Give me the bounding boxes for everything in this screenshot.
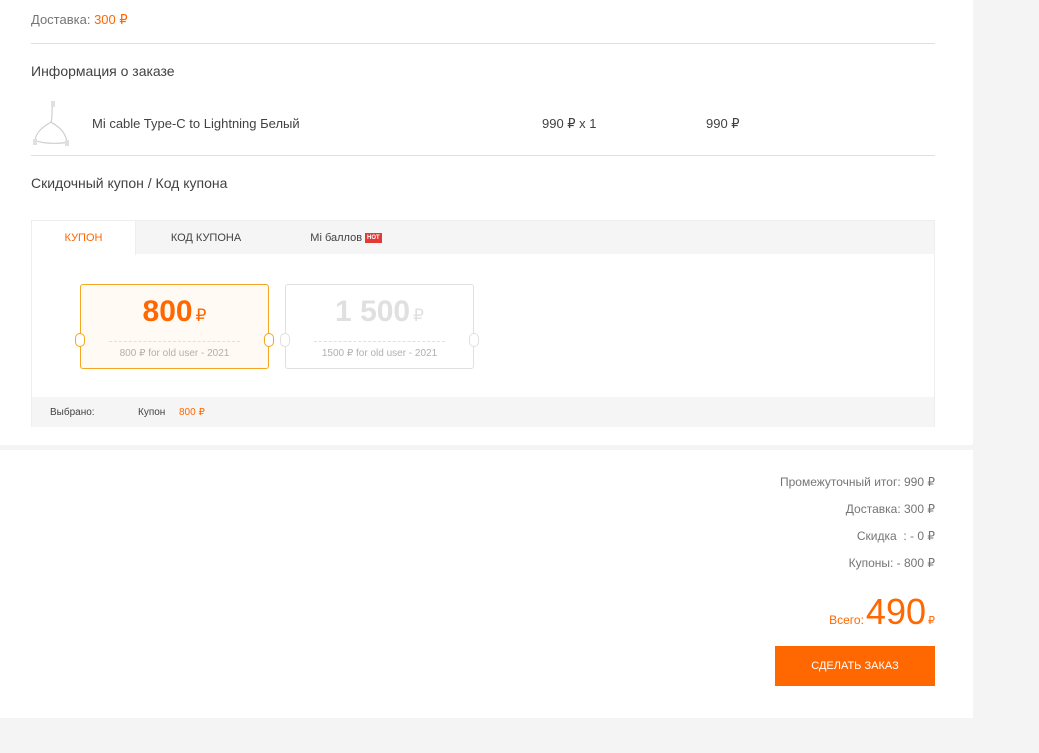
delivery-cost: Доставка: 300 ₽	[31, 12, 128, 28]
product-price-qty: 990 ₽ x 1	[542, 116, 597, 131]
divider	[31, 155, 935, 156]
total-currency: ₽	[928, 615, 935, 627]
coupon-amount-value: 800	[142, 295, 193, 328]
coupon-ticket-800[interactable]: 800 ₽ 800 ₽ for old user - 2021	[75, 284, 274, 369]
ticket-dashed-line	[109, 341, 240, 342]
selected-amount: 800 ₽	[179, 407, 205, 418]
coupon-description: 1500 ₽ for old user - 2021	[321, 348, 438, 359]
coupon-currency: ₽	[195, 306, 207, 325]
selected-kind: Купон	[138, 407, 166, 418]
ticket-notch	[469, 333, 479, 347]
coupon-amount: 1 500 ₽	[286, 295, 473, 329]
ticket-notch	[75, 333, 85, 347]
tab-coupon-code[interactable]: КОД КУПОНА	[136, 221, 276, 255]
summary-discount: Скидка : - 0 ₽	[856, 529, 935, 543]
coupon-section-title: Скидочный купон / Код купона	[31, 175, 228, 191]
place-order-button[interactable]: СДЕЛАТЬ ЗАКАЗ	[775, 646, 935, 686]
tab-mi-points[interactable]: Mi баллов HOT	[276, 221, 416, 255]
divider	[31, 43, 935, 44]
selected-label: Выбрано:	[50, 407, 95, 418]
product-image	[33, 101, 69, 146]
coupon-ticket-1500[interactable]: 1 500 ₽ 1500 ₽ for old user - 2021	[280, 284, 479, 369]
order-info-title: Информация о заказе	[31, 63, 175, 79]
summary-coupons: Купоны: - 800 ₽	[848, 556, 935, 570]
coupon-amount: 800 ₽	[81, 295, 268, 329]
ticket-notch	[264, 333, 274, 347]
coupon-tabs: КУПОН КОД КУПОНА Mi баллов HOT	[32, 221, 934, 255]
coupon-description: 800 ₽ for old user - 2021	[119, 348, 230, 359]
tab-mi-points-label: Mi баллов	[310, 232, 363, 244]
delivery-label: Доставка:	[31, 12, 91, 27]
selected-coupon-bar: Выбрано: Купон 800 ₽	[32, 397, 934, 427]
coupon-amount-value: 1 500	[335, 295, 411, 328]
subtotal: Промежуточный итог: 990 ₽	[779, 475, 935, 489]
coupon-box: КУПОН КОД КУПОНА Mi баллов HOT 800 ₽ 800 ₽…	[31, 220, 935, 427]
coupon-currency: ₽	[413, 306, 424, 325]
ticket-dashed-line	[314, 341, 445, 342]
product-total: 990 ₽	[706, 116, 740, 131]
delivery-value: 300 ₽	[94, 12, 128, 27]
order-panel: Доставка: 300 ₽ Информация о заказе Mi c…	[0, 0, 973, 445]
total-label: Всего:	[829, 613, 864, 627]
total-value: 490	[865, 591, 926, 632]
summary-delivery: Доставка: 300 ₽	[845, 502, 935, 516]
product-name[interactable]: Mi cable Type-C to Lightning Белый	[92, 116, 300, 131]
ticket-notch	[280, 333, 290, 347]
hot-badge: HOT	[365, 233, 382, 244]
tab-coupon[interactable]: КУПОН	[32, 221, 136, 255]
grand-total: Всего:490 ₽	[829, 591, 935, 633]
